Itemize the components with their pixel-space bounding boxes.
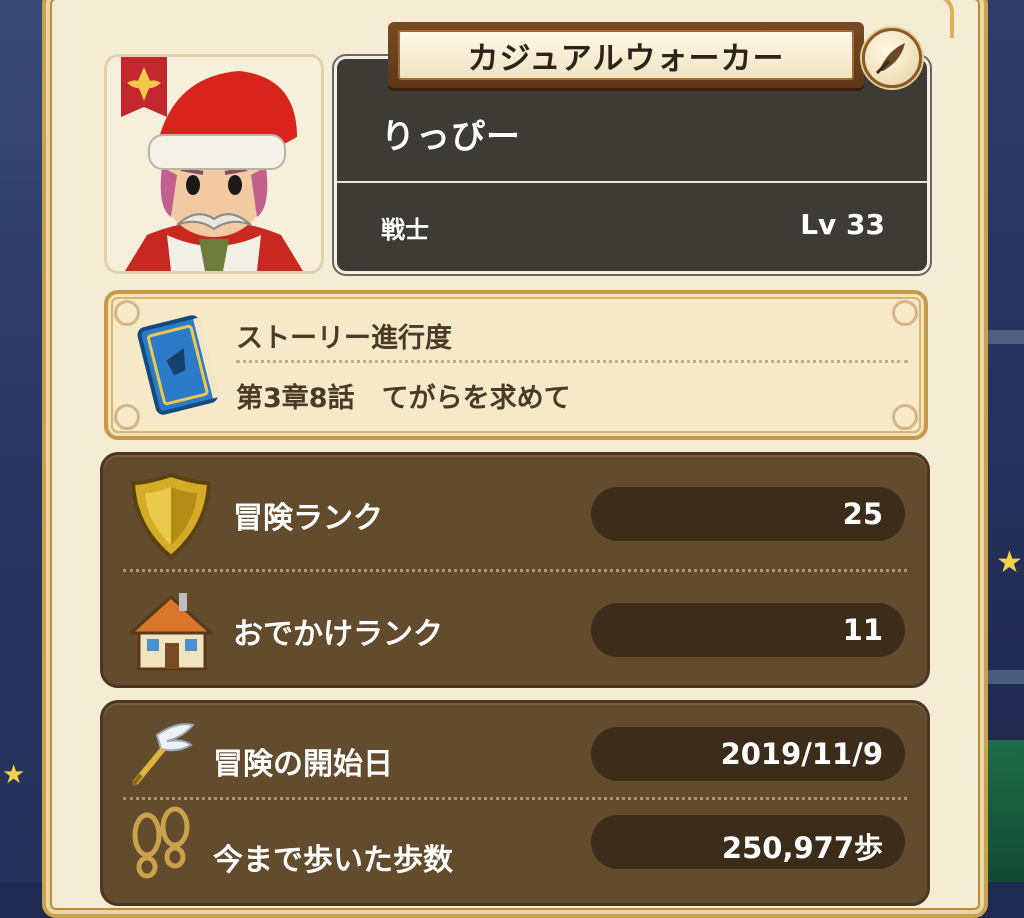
start-date-label: 冒険の開始日 [213, 747, 393, 782]
santa-character-icon [121, 57, 303, 271]
rank-section: 冒険ランク 25 おでかけランク 11 [100, 452, 930, 688]
job-label: 戦士 [381, 216, 429, 244]
steps-row: 今まで歩いた歩数 250,977歩 [103, 799, 927, 911]
dotted-divider [236, 360, 908, 363]
steps-value-box: 250,977歩 [591, 815, 905, 869]
steps-label: 今まで歩いた歩数 [213, 843, 453, 878]
outing-rank-value-box: 11 [591, 603, 905, 657]
player-avatar[interactable] [104, 54, 324, 274]
story-chapter-text: 第3章8話 てがらを求めて [236, 383, 571, 414]
background-left [0, 0, 44, 882]
edit-title-button[interactable] [862, 28, 922, 88]
start-date-value-box: 2019/11/9 [591, 727, 905, 781]
adventure-rank-value-box: 25 [591, 487, 905, 541]
winged-sword-icon [131, 723, 195, 787]
story-book-icon [137, 315, 221, 415]
level-label: Lv 33 [800, 208, 885, 241]
star-icon: ★ [996, 545, 1023, 580]
rank-title-plate: カジュアルウォーカー [388, 22, 864, 88]
dotted-divider [123, 569, 907, 572]
outing-rank-row: おでかけランク 11 [103, 573, 927, 685]
start-date-value: 2019/11/9 [720, 737, 883, 771]
adventure-rank-value: 25 [842, 497, 883, 531]
player-info-card: りっぴー 戦士 Lv 33 [334, 56, 930, 274]
player-name: りっぴー [381, 117, 521, 157]
stats-section: 冒険の開始日 2019/11/9 今まで歩いた歩数 250,977歩 [100, 700, 930, 906]
rank-title: カジュアルウォーカー [467, 40, 785, 77]
shield-icon [130, 472, 212, 560]
outing-rank-value: 11 [842, 613, 883, 647]
house-icon [127, 593, 215, 671]
steps-value: 250,977歩 [721, 831, 883, 865]
footprints-icon [132, 806, 190, 879]
feather-pen-icon [875, 43, 905, 75]
adventure-rank-label: 冒険ランク [233, 501, 383, 536]
adventure-rank-row: 冒険ランク 25 [103, 457, 927, 569]
star-icon: ★ [2, 760, 26, 790]
divider [337, 181, 927, 183]
story-progress-box[interactable]: ストーリー進行度 第3章8話 てがらを求めて [104, 290, 928, 440]
outing-rank-label: おでかけランク [233, 617, 443, 652]
story-progress-label: ストーリー進行度 [236, 323, 452, 354]
